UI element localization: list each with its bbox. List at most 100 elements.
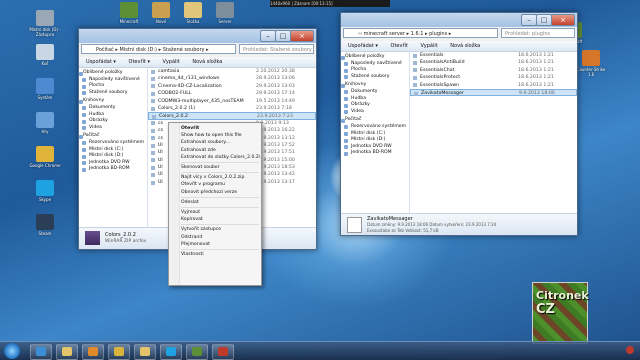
burn-button[interactable]: Vypálit [420,43,437,49]
address-bar[interactable]: ‹‹ minecraft server ▸ 1.6.1 ▸ plugins ▸ [343,28,498,38]
nav-group[interactable]: Počítač [341,117,409,124]
taskbar-button[interactable] [134,344,156,360]
file-row[interactable]: ZavikatoMessager 9.9.2013 18:06 [410,88,577,97]
folder-icon [344,103,348,108]
desktop-icon[interactable]: Steam [28,214,62,236]
menu-item[interactable]: Odstranit [181,234,202,241]
new-folder-button[interactable]: Nová složka [450,43,480,49]
file-name: EssentialsSpawn [420,82,460,88]
file-row[interactable]: EssentialsProtect 18.6.2013 1:21 [410,74,577,81]
menu-item[interactable]: Show how to open this file [181,132,242,139]
menu-item[interactable]: Extrahovat do složky Colors_2.0.2\ [181,154,260,161]
file-row[interactable]: Colors_2.0.2 (1) 23.9.2013 7:18 [148,105,316,112]
address-bar[interactable]: Počítač ▸ Místní disk (D:) ▸ Stažené sou… [81,44,236,54]
desktop-icon[interactable]: Nové [144,2,178,24]
open-button[interactable]: Otevřít ▾ [129,59,150,65]
start-button[interactable] [4,343,20,359]
desktop-icon[interactable]: Google Chrome [28,146,62,168]
nav-item[interactable]: Dokumenty [341,89,409,96]
close-button[interactable]: × [290,30,314,42]
maximize-button[interactable]: □ [536,14,552,26]
nav-item[interactable]: Obrázky [341,102,409,109]
organize-button[interactable]: Uspořádat ▾ [86,59,116,65]
record-icon[interactable] [626,346,634,354]
search-input[interactable]: Prohledat: Stažené soubory [239,44,314,54]
nav-item[interactable]: Plocha [341,67,409,74]
file-row[interactable]: CODBO2-FULL 29.9.2013 17:14 [148,90,316,97]
desktop-icon[interactable]: Counter-Strike 1.6 [574,50,608,77]
nav-item[interactable]: Místní disk (D:) [79,153,147,160]
minimize-button[interactable]: – [521,14,537,26]
menu-item[interactable]: Obnovit předchozí verze [181,189,237,196]
file-row[interactable]: EssentialsChat 18.6.2013 1:21 [410,67,577,74]
title-bar[interactable]: – □ × [341,13,577,27]
explorer-window-plugins[interactable]: – □ × ‹‹ minecraft server ▸ 1.6.1 ▸ plug… [340,12,578,236]
nav-item[interactable]: Rezervováno systémem [341,124,409,131]
taskbar-button[interactable] [186,344,208,360]
menu-item[interactable]: Vytvořit zástupce [181,226,221,233]
menu-item[interactable]: Extrahovat zde [181,147,216,154]
nav-group[interactable]: Knihovny [79,98,147,105]
desktop-icon[interactable]: Místní disk (D) - Zástupce [28,10,62,37]
menu-item[interactable]: Přejmenovat [181,241,210,248]
close-button[interactable]: × [551,14,575,26]
nav-group[interactable]: Počítač [79,133,147,140]
search-input[interactable]: Prohledat: plugins [501,28,575,38]
nav-item[interactable]: Videa [341,109,409,116]
file-row[interactable]: EssentialsSpawn 18.6.2013 1:21 [410,82,577,89]
nav-item[interactable]: Místní disk (D:) [341,137,409,144]
nav-item[interactable]: Obrázky [79,118,147,125]
menu-item[interactable]: Otevřít [181,125,199,132]
minimize-button[interactable]: – [260,30,276,42]
taskbar-button[interactable] [82,344,104,360]
file-row[interactable]: Colors_2.0.2 23.9.2013 7:23 [148,112,316,120]
nav-item[interactable]: Videa [79,125,147,132]
folder-icon [344,125,348,130]
file-row[interactable]: camtasia 2.10.2012 20:38 [148,68,316,75]
nav-item[interactable]: Stažené soubory [341,74,409,81]
desktop-icon[interactable]: Systém [28,78,62,100]
nav-item[interactable]: Jednotka BD-ROM [79,166,147,173]
taskbar-button[interactable] [160,344,182,360]
nav-item[interactable]: Rezervováno systémem [79,140,147,147]
taskbar-button[interactable] [108,344,130,360]
nav-group[interactable]: Knihovny [341,82,409,89]
menu-item[interactable]: Vlastnosti [181,251,204,258]
taskbar-button[interactable] [212,344,234,360]
nav-item[interactable]: Plocha [79,83,147,90]
file-icon [413,75,417,80]
desktop-icon[interactable]: Minecraft [112,2,146,24]
nav-group[interactable]: Oblíbené položky [79,70,147,77]
nav-item[interactable]: Stažené soubory [79,90,147,97]
menu-item[interactable]: Najít vícy v Colors_2.0.2.zip [181,174,244,181]
open-button[interactable]: Otevřít [391,43,408,49]
title-bar[interactable]: – □ × [79,29,316,43]
file-row[interactable]: EssentialsAntiBuild 18.6.2013 1:21 [410,59,577,66]
new-folder-button[interactable]: Nová složka [192,59,222,65]
taskbar-button[interactable] [56,344,78,360]
file-row[interactable]: CODMW3-multiplayer_435_nosTEAM 19.5.2013 … [148,98,316,105]
menu-item[interactable]: Extrahovat soubory... [181,139,230,146]
organize-button[interactable]: Uspořádat ▾ [348,43,378,49]
taskbar-button[interactable] [30,344,52,360]
desktop-icon[interactable]: Server [208,2,242,24]
desktop-app-icon [582,50,600,66]
nav-item[interactable]: Dokumenty [79,105,147,112]
desktop-icon[interactable]: Složka [176,2,210,24]
desktop-icon[interactable]: Hry [28,112,62,134]
file-row[interactable]: Cinema-4D-CZ-Localization 29.9.2013 13:03 [148,83,316,90]
menu-item[interactable]: Odeslat [181,199,199,206]
desktop-icon[interactable]: Skype [28,180,62,202]
maximize-button[interactable]: □ [275,30,291,42]
file-row[interactable]: cinema_4d_r131_windows 28.9.2013 13:06 [148,75,316,82]
file-row[interactable]: Essentials 18.6.2013 1:21 [410,52,577,59]
menu-item[interactable]: Otevřít v programu [181,181,225,188]
nav-group[interactable]: Oblíbené položky [341,54,409,61]
menu-item[interactable]: Kopírovat [181,216,203,223]
file-date: 29.9.2013 13:03 [256,83,295,89]
desktop-icon[interactable]: Koš [28,44,62,66]
nav-item[interactable]: Jednotka BD-ROM [341,150,409,157]
menu-item[interactable]: Skenovat soubor [181,164,220,171]
burn-button[interactable]: Vypálit [163,59,180,65]
menu-item[interactable]: Vyjmout [181,209,200,216]
